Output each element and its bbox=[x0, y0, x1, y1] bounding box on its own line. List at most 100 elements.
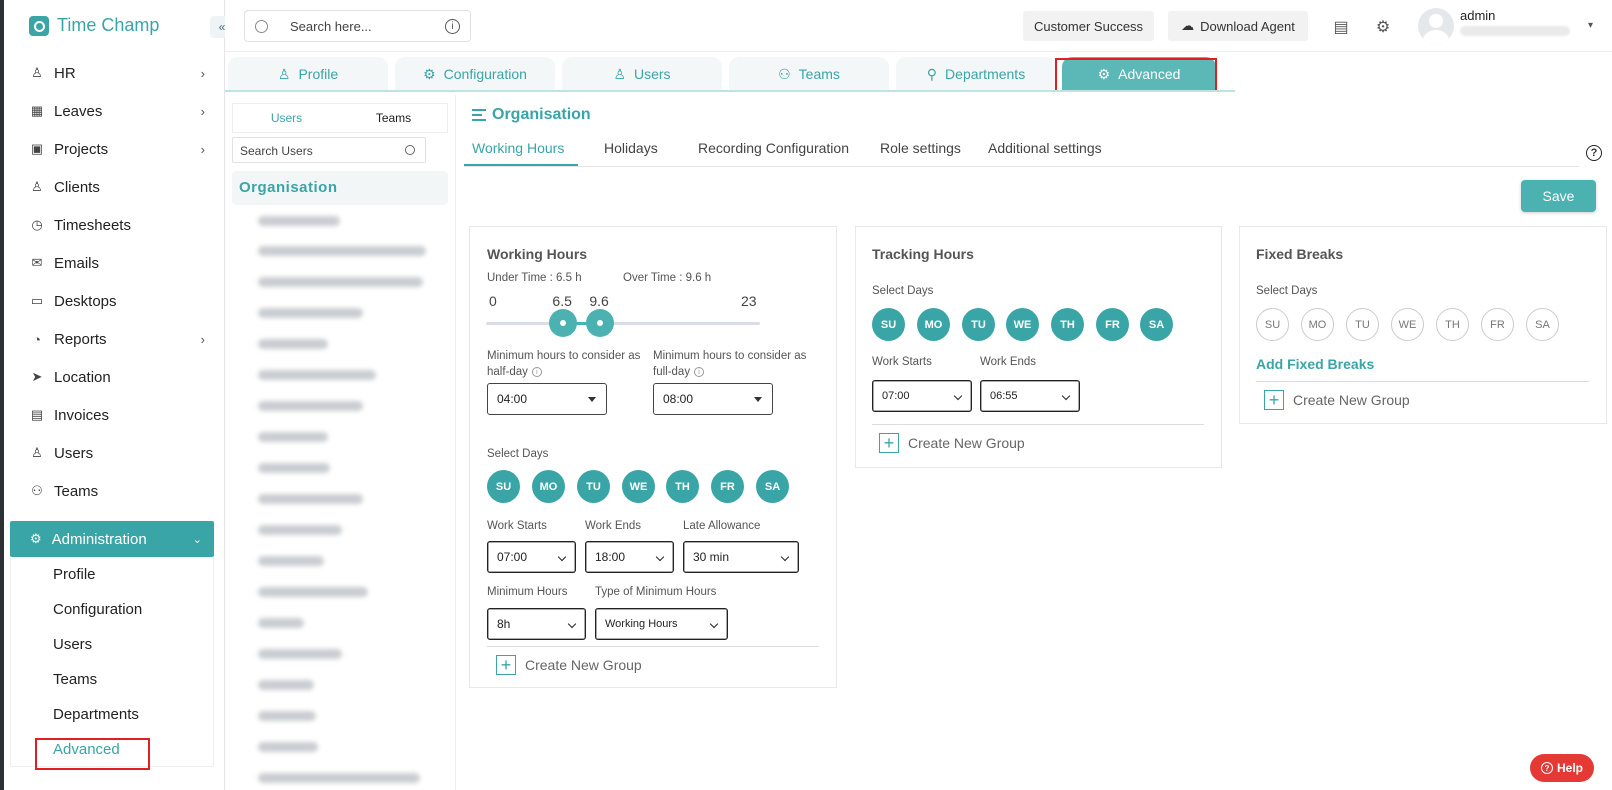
late-allowance-select[interactable]: 30 min bbox=[683, 541, 799, 573]
sidebar-item-reports[interactable]: ◔ Reports › bbox=[30, 324, 205, 354]
submenu-item-configuration[interactable]: Configuration bbox=[53, 601, 142, 618]
create-group-button[interactable]: + Create New Group bbox=[496, 655, 642, 675]
day-toggle-sa[interactable]: SA bbox=[1140, 308, 1173, 341]
list-item[interactable] bbox=[258, 432, 328, 442]
day-toggle-th[interactable]: TH bbox=[1436, 308, 1469, 341]
sidebar-item-hr[interactable]: ♙ HR › bbox=[30, 58, 205, 88]
save-button[interactable]: Save bbox=[1521, 180, 1596, 212]
day-toggle-sa[interactable]: SA bbox=[756, 470, 789, 503]
sidebar-item-teams[interactable]: ⚇ Teams bbox=[30, 476, 205, 506]
day-toggle-su[interactable]: SU bbox=[1256, 308, 1289, 341]
min-type-select[interactable]: Working Hours bbox=[595, 608, 728, 640]
tab-role-settings[interactable]: Role settings bbox=[880, 140, 961, 156]
list-item[interactable] bbox=[258, 216, 340, 226]
day-toggle-tu[interactable]: TU bbox=[962, 308, 995, 341]
toggle-teams[interactable]: Teams bbox=[340, 104, 447, 132]
list-item[interactable] bbox=[258, 680, 314, 690]
info-icon[interactable]: i bbox=[445, 19, 460, 34]
tab-departments[interactable]: ⚲ Departments bbox=[896, 57, 1056, 91]
day-toggle-mo[interactable]: MO bbox=[532, 470, 565, 503]
tab-users[interactable]: ♙ Users bbox=[562, 57, 722, 91]
help-question-icon[interactable]: ? bbox=[1586, 145, 1602, 161]
day-toggle-su[interactable]: SU bbox=[872, 308, 905, 341]
sidebar-item-users[interactable]: ♙ Users bbox=[30, 438, 205, 468]
list-item[interactable] bbox=[258, 711, 316, 721]
organisation-item[interactable]: Organisation bbox=[232, 171, 448, 205]
day-toggle-we[interactable]: WE bbox=[1391, 308, 1424, 341]
submenu-item-users[interactable]: Users bbox=[53, 636, 92, 653]
tracking-work-starts-select[interactable]: 07:00 bbox=[872, 380, 972, 412]
menu-icon[interactable] bbox=[472, 109, 486, 121]
add-fixed-breaks-link[interactable]: Add Fixed Breaks bbox=[1256, 356, 1374, 372]
list-item[interactable] bbox=[258, 649, 342, 659]
create-group-button[interactable]: + Create New Group bbox=[879, 433, 1025, 453]
day-toggle-tu[interactable]: TU bbox=[1346, 308, 1379, 341]
sidebar-item-projects[interactable]: ▣ Projects › bbox=[30, 134, 205, 164]
submenu-item-teams[interactable]: Teams bbox=[53, 671, 97, 688]
day-toggle-th[interactable]: TH bbox=[1051, 308, 1084, 341]
search-input[interactable]: Search here... i bbox=[244, 10, 471, 42]
day-toggle-we[interactable]: WE bbox=[1006, 308, 1039, 341]
list-item[interactable] bbox=[258, 463, 330, 473]
tab-recording-configuration[interactable]: Recording Configuration bbox=[698, 140, 849, 156]
day-toggle-fr[interactable]: FR bbox=[1096, 308, 1129, 341]
tab-working-hours[interactable]: Working Hours bbox=[472, 140, 564, 156]
list-item[interactable] bbox=[258, 494, 363, 504]
list-item[interactable] bbox=[258, 246, 426, 256]
user-menu-caret-icon[interactable]: ▾ bbox=[1588, 20, 1593, 31]
half-day-select[interactable]: 04:00 bbox=[487, 383, 607, 415]
search-users-input[interactable]: Search Users bbox=[232, 137, 426, 163]
day-toggle-fr[interactable]: FR bbox=[1481, 308, 1514, 341]
list-item[interactable] bbox=[258, 525, 342, 535]
sidebar-item-desktops[interactable]: ▭ Desktops bbox=[30, 286, 205, 316]
day-toggle-mo[interactable]: MO bbox=[1301, 308, 1334, 341]
tab-teams[interactable]: ⚇ Teams bbox=[729, 57, 889, 91]
info-icon[interactable]: i bbox=[694, 366, 705, 377]
list-item[interactable] bbox=[258, 277, 423, 287]
list-item[interactable] bbox=[258, 618, 304, 628]
full-day-select[interactable]: 08:00 bbox=[653, 383, 773, 415]
day-toggle-su[interactable]: SU bbox=[487, 470, 520, 503]
sidebar-item-administration[interactable]: ⚙ Administration ⌄ bbox=[10, 521, 214, 557]
sidebar-item-location[interactable]: ➤ Location bbox=[30, 362, 205, 392]
work-starts-select[interactable]: 07:00 bbox=[487, 541, 576, 573]
list-item[interactable] bbox=[258, 401, 363, 411]
day-toggle-fr[interactable]: FR bbox=[711, 470, 744, 503]
user-name[interactable]: admin bbox=[1460, 8, 1495, 23]
avatar[interactable] bbox=[1418, 8, 1454, 44]
gear-icon[interactable]: ⚙ bbox=[1368, 12, 1398, 42]
sidebar-item-emails[interactable]: ✉ Emails bbox=[30, 248, 205, 278]
list-item[interactable] bbox=[258, 339, 328, 349]
submenu-item-profile[interactable]: Profile bbox=[53, 566, 96, 583]
app-logo[interactable]: Time Champ bbox=[29, 15, 159, 36]
toggle-users[interactable]: Users bbox=[233, 104, 340, 132]
list-item[interactable] bbox=[258, 773, 420, 783]
help-button[interactable]: ? Help bbox=[1530, 754, 1594, 782]
sidebar-item-clients[interactable]: ♙ Clients bbox=[30, 172, 205, 202]
tab-additional-settings[interactable]: Additional settings bbox=[988, 140, 1102, 156]
list-item[interactable] bbox=[258, 587, 368, 597]
sidebar-item-leaves[interactable]: ▦ Leaves › bbox=[30, 96, 205, 126]
tab-holidays[interactable]: Holidays bbox=[604, 140, 658, 156]
info-icon[interactable]: i bbox=[531, 366, 542, 377]
day-toggle-sa[interactable]: SA bbox=[1526, 308, 1559, 341]
tab-profile[interactable]: ♙ Profile bbox=[228, 57, 388, 91]
document-icon[interactable]: ▤ bbox=[1326, 12, 1356, 42]
create-group-button[interactable]: + Create New Group bbox=[1264, 390, 1410, 410]
list-item[interactable] bbox=[258, 370, 376, 380]
tracking-work-ends-select[interactable]: 06:55 bbox=[980, 380, 1080, 412]
customer-success-button[interactable]: Customer Success bbox=[1023, 11, 1154, 41]
list-item[interactable] bbox=[258, 556, 324, 566]
min-hours-select[interactable]: 8h bbox=[487, 608, 586, 640]
hours-range-slider[interactable] bbox=[486, 309, 760, 337]
sidebar-item-timesheets[interactable]: ◷ Timesheets bbox=[30, 210, 205, 240]
list-item[interactable] bbox=[258, 308, 363, 318]
tab-configuration[interactable]: ⚙ Configuration bbox=[395, 57, 555, 91]
day-toggle-mo[interactable]: MO bbox=[917, 308, 950, 341]
download-agent-button[interactable]: ☁ Download Agent bbox=[1168, 11, 1308, 41]
submenu-item-departments[interactable]: Departments bbox=[53, 706, 139, 723]
day-toggle-we[interactable]: WE bbox=[622, 470, 655, 503]
day-toggle-tu[interactable]: TU bbox=[577, 470, 610, 503]
list-item[interactable] bbox=[258, 742, 318, 752]
day-toggle-th[interactable]: TH bbox=[666, 470, 699, 503]
